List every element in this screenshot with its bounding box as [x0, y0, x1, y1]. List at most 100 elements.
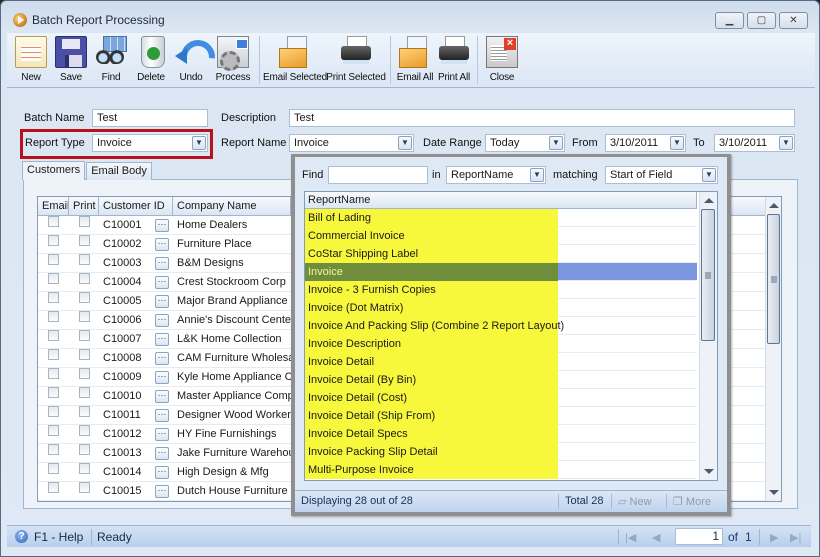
save-button[interactable]: Save — [51, 33, 91, 88]
report-list-item[interactable]: Invoice Description — [305, 335, 697, 353]
scroll-thumb[interactable] — [767, 214, 780, 344]
scroll-up-icon[interactable] — [704, 198, 714, 203]
lookup-ellipsis-button[interactable]: ··· — [155, 275, 169, 289]
last-page-icon[interactable]: ▶| — [790, 531, 801, 544]
scroll-down-icon[interactable] — [769, 490, 779, 495]
popup-field-select[interactable]: ReportName ▼ — [446, 166, 546, 184]
lookup-ellipsis-button[interactable]: ··· — [155, 351, 169, 365]
print-checkbox[interactable] — [78, 424, 90, 436]
previous-page-icon[interactable]: ◀ — [652, 531, 660, 544]
report-list-item[interactable]: Commercial Invoice — [305, 227, 697, 245]
email-checkbox[interactable] — [48, 443, 59, 455]
print-selected-button[interactable]: Print Selected — [326, 33, 386, 88]
email-checkbox[interactable] — [48, 234, 59, 246]
lookup-ellipsis-button[interactable]: ··· — [155, 256, 169, 270]
report-list-item[interactable]: Invoice Detail — [305, 353, 697, 371]
lookup-ellipsis-button[interactable]: ··· — [155, 408, 169, 422]
print-checkbox[interactable] — [78, 253, 90, 265]
report-list-item[interactable]: CoStar Shipping Label — [305, 245, 697, 263]
lookup-ellipsis-button[interactable]: ··· — [155, 465, 169, 479]
email-all-button[interactable]: Email All — [395, 33, 435, 88]
undo-button[interactable]: Undo — [171, 33, 211, 88]
lookup-ellipsis-button[interactable]: ··· — [155, 446, 169, 460]
page-number-input[interactable]: 1 — [675, 528, 723, 545]
email-checkbox[interactable] — [48, 215, 59, 227]
email-checkbox[interactable] — [48, 291, 59, 303]
email-checkbox[interactable] — [48, 253, 59, 265]
popup-more-button[interactable]: ❐ More — [673, 495, 711, 508]
email-checkbox[interactable] — [48, 462, 59, 474]
report-list-item[interactable]: Invoice Packing Slip Detail — [305, 443, 697, 461]
chevron-down-icon[interactable]: ▼ — [702, 168, 716, 182]
print-checkbox[interactable] — [78, 348, 90, 360]
report-list-item[interactable]: Invoice Detail (Cost) — [305, 389, 697, 407]
column-header-print[interactable]: Print — [69, 197, 99, 215]
popup-matching-select[interactable]: Start of Field ▼ — [605, 166, 718, 184]
report-list-scrollbar[interactable] — [699, 192, 717, 480]
email-checkbox[interactable] — [48, 310, 59, 322]
report-type-select[interactable]: Invoice ▼ — [92, 134, 208, 152]
delete-button[interactable]: Delete — [131, 33, 171, 88]
email-checkbox[interactable] — [48, 481, 59, 493]
email-checkbox[interactable] — [48, 272, 59, 284]
scroll-up-icon[interactable] — [769, 203, 779, 208]
description-input[interactable]: Test — [289, 109, 795, 127]
popup-find-input[interactable] — [328, 166, 428, 184]
email-selected-button[interactable]: Email Selected — [263, 33, 327, 88]
lookup-ellipsis-button[interactable]: ··· — [155, 313, 169, 327]
chevron-down-icon[interactable]: ▼ — [670, 136, 684, 150]
report-list-item[interactable]: Invoice Detail Specs — [305, 425, 697, 443]
column-header-customer-id[interactable]: Customer ID — [99, 197, 173, 215]
print-checkbox[interactable] — [78, 272, 90, 284]
report-name-select[interactable]: Invoice ▼ — [289, 134, 414, 152]
lookup-ellipsis-button[interactable]: ··· — [155, 237, 169, 251]
print-all-button[interactable]: Print All — [435, 33, 473, 88]
print-checkbox[interactable] — [78, 234, 90, 246]
chevron-down-icon[interactable]: ▼ — [549, 136, 563, 150]
report-list-item[interactable]: Invoice Detail (By Bin) — [305, 371, 697, 389]
print-checkbox[interactable] — [78, 386, 90, 398]
first-page-icon[interactable]: |◀ — [625, 531, 636, 544]
lookup-ellipsis-button[interactable]: ··· — [155, 389, 169, 403]
print-checkbox[interactable] — [78, 291, 90, 303]
lookup-ellipsis-button[interactable]: ··· — [155, 484, 169, 498]
lookup-ellipsis-button[interactable]: ··· — [155, 218, 169, 232]
close-window-button[interactable]: ✕ — [779, 12, 808, 29]
report-name-column-header[interactable]: ReportName — [305, 192, 697, 209]
to-date-picker[interactable]: 3/10/2011 ▼ — [714, 134, 795, 152]
email-checkbox[interactable] — [48, 348, 59, 360]
print-checkbox[interactable] — [78, 462, 90, 474]
report-list-item[interactable]: Invoice — [305, 263, 697, 281]
lookup-ellipsis-button[interactable]: ··· — [155, 370, 169, 384]
column-header-email[interactable]: Email — [38, 197, 69, 215]
print-checkbox[interactable] — [78, 310, 90, 322]
help-icon[interactable]: ? — [15, 530, 28, 543]
from-date-picker[interactable]: 3/10/2011 ▼ — [605, 134, 686, 152]
batch-name-input[interactable]: Test — [92, 109, 208, 127]
date-range-select[interactable]: Today ▼ — [485, 134, 565, 152]
print-checkbox[interactable] — [78, 367, 90, 379]
email-checkbox[interactable] — [48, 424, 59, 436]
find-button[interactable]: Find — [91, 33, 131, 88]
print-checkbox[interactable] — [78, 443, 90, 455]
scroll-thumb[interactable] — [701, 209, 715, 341]
column-header-company-name[interactable]: Company Name — [173, 197, 291, 215]
print-checkbox[interactable] — [78, 329, 90, 341]
report-list-item[interactable]: Invoice - 3 Furnish Copies — [305, 281, 697, 299]
report-list-item[interactable]: Invoice Detail (Ship From) — [305, 407, 697, 425]
print-checkbox[interactable] — [78, 215, 90, 227]
chevron-down-icon[interactable]: ▼ — [530, 168, 544, 182]
lookup-ellipsis-button[interactable]: ··· — [155, 332, 169, 346]
email-checkbox[interactable] — [48, 386, 59, 398]
popup-new-button[interactable]: ▱ New — [618, 495, 652, 508]
new-button[interactable]: New — [11, 33, 51, 88]
email-checkbox[interactable] — [48, 405, 59, 417]
print-checkbox[interactable] — [78, 405, 90, 417]
close-button[interactable]: Close — [482, 33, 522, 88]
minimize-button[interactable]: ▁ — [715, 12, 744, 29]
scroll-down-icon[interactable] — [704, 469, 714, 474]
customers-grid-scrollbar[interactable] — [765, 197, 781, 501]
process-button[interactable]: Process — [211, 33, 255, 88]
chevron-down-icon[interactable]: ▼ — [398, 136, 412, 150]
report-list-item[interactable]: Bill of Lading — [305, 209, 697, 227]
